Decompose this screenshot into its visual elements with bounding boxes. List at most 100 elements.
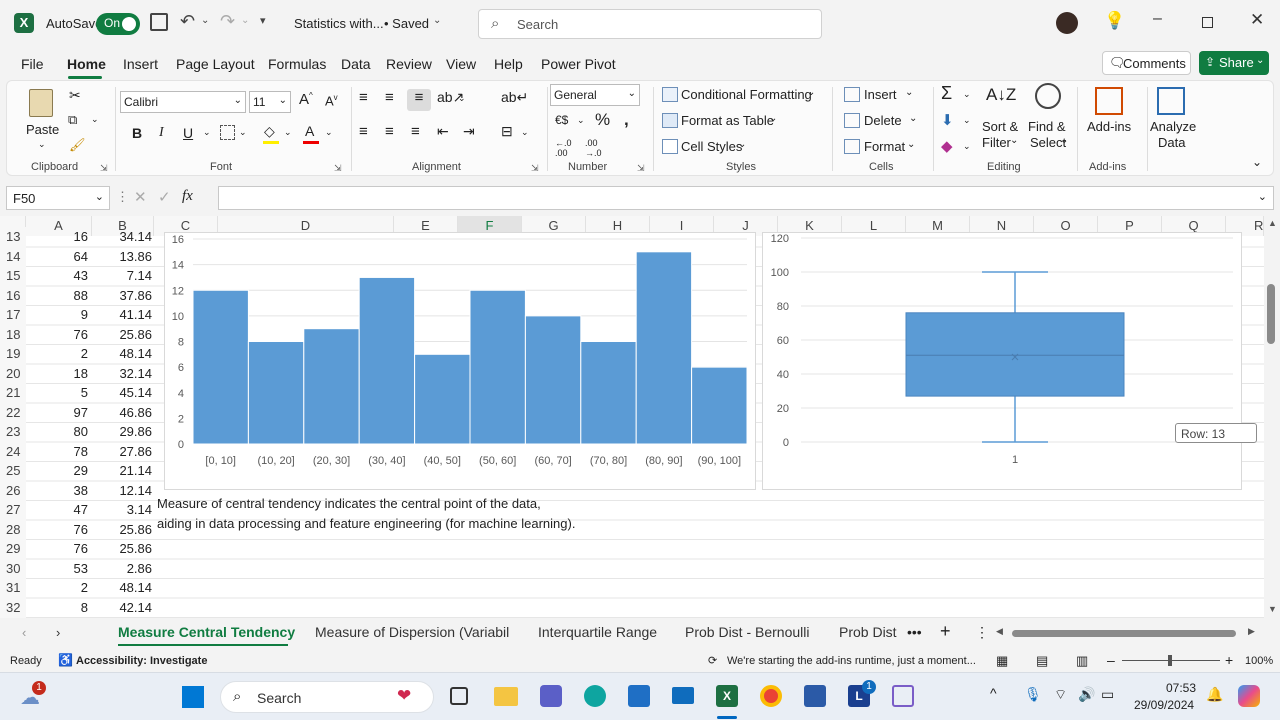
merge-center-icon[interactable]: ⊟ — [501, 123, 513, 140]
prev-sheet-icon[interactable]: ‹ — [22, 625, 26, 640]
find-select-label-1[interactable]: Find & — [1028, 119, 1066, 134]
scroll-right-icon[interactable]: ▶ — [1248, 626, 1255, 637]
cell-a[interactable]: 53 — [26, 559, 92, 579]
row-header[interactable]: 16 — [0, 285, 26, 305]
table-row[interactable]: 27 47 3.14 — [0, 500, 154, 520]
row-header[interactable]: 20 — [0, 363, 26, 383]
conditional-formatting-icon[interactable] — [662, 87, 678, 102]
table-row[interactable]: 19 2 48.14 — [0, 344, 154, 364]
cell-b[interactable]: 42.14 — [92, 598, 154, 618]
cell-a[interactable]: 2 — [26, 578, 92, 598]
format-as-table-icon[interactable] — [662, 113, 678, 128]
row-header[interactable]: 14 — [0, 246, 26, 266]
row-header[interactable]: 25 — [0, 461, 26, 481]
increase-font-icon[interactable]: A^ — [299, 91, 313, 108]
format-cells-button[interactable]: Format — [864, 139, 905, 154]
row-header[interactable]: 21 — [0, 383, 26, 403]
doc-status-dropdown-icon[interactable]: ⌄ — [433, 15, 441, 26]
table-row[interactable]: 22 97 46.86 — [0, 402, 154, 423]
clear-dropdown-icon[interactable]: ⌄ — [963, 141, 971, 152]
fill-color-dropdown-icon[interactable]: ⌄ — [284, 127, 292, 138]
accessibility-icon[interactable]: ♿ — [58, 653, 73, 667]
cell-b[interactable]: 48.14 — [92, 344, 154, 364]
analyze-data-icon[interactable] — [1157, 87, 1185, 115]
table-row[interactable]: 16 88 37.86 — [0, 285, 154, 306]
increase-decimal-icon[interactable]: ←.0.00 — [555, 138, 572, 158]
increase-indent-icon[interactable]: ⇥ — [463, 123, 475, 140]
paste-dropdown-icon[interactable]: ⌄ — [38, 139, 46, 150]
cell-a[interactable]: 78 — [26, 442, 92, 462]
histogram-chart[interactable]: 0 2 4 6 8 10 12 14 16 [0, 10] (10, 20] (20, 30] (30,… — [164, 232, 756, 490]
orientation-dropdown-icon[interactable]: ⌄ — [458, 93, 466, 104]
delete-cells-icon[interactable] — [844, 113, 860, 128]
table-row[interactable]: 24 78 27.86 — [0, 441, 154, 462]
snipping-tool-icon[interactable] — [892, 685, 914, 707]
tab-formulas[interactable]: Formulas — [268, 56, 326, 72]
number-format-select[interactable]: General ⌄ — [550, 84, 640, 106]
merge-dropdown-icon[interactable]: ⌄ — [521, 127, 529, 138]
table-row[interactable]: 20 18 32.14 — [0, 363, 154, 383]
decrease-decimal-icon[interactable]: .00 →.0 — [585, 138, 602, 158]
chevron-down-icon[interactable]: ⌄ — [1060, 135, 1068, 146]
close-icon[interactable]: ✕ — [1250, 10, 1264, 30]
fill-icon[interactable]: ⬇ — [941, 111, 954, 129]
add-sheet-icon[interactable]: + — [940, 621, 951, 642]
redo-dropdown-icon[interactable]: ⌄ — [241, 15, 249, 26]
lightbulb-icon[interactable]: 💡 — [1104, 11, 1125, 31]
cell-b[interactable]: 12.14 — [92, 481, 154, 501]
addins-icon[interactable] — [1095, 87, 1123, 115]
cell-a[interactable]: 76 — [26, 325, 92, 345]
paste-button[interactable]: Paste — [26, 122, 59, 137]
cell-b[interactable]: 25.86 — [92, 325, 154, 345]
row-header[interactable]: 22 — [0, 402, 26, 422]
table-row[interactable]: 29 76 25.86 — [0, 539, 154, 559]
font-name-select[interactable]: Calibri ⌄ — [120, 91, 246, 113]
cell-a[interactable]: 9 — [26, 305, 92, 325]
font-color-dropdown-icon[interactable]: ⌄ — [325, 127, 333, 138]
cell-b[interactable]: 3.14 — [92, 500, 154, 520]
cell-styles-button[interactable]: Cell Styles — [681, 139, 742, 154]
name-box[interactable]: F50 ⌄ — [6, 186, 110, 210]
row-header[interactable]: 23 — [0, 422, 26, 442]
cell-b[interactable]: 41.14 — [92, 305, 154, 325]
tab-home[interactable]: Home — [67, 56, 106, 72]
cell-a[interactable]: 76 — [26, 539, 92, 559]
align-left-icon[interactable]: ≡ — [359, 123, 368, 140]
table-row[interactable]: 15 43 7.14 — [0, 266, 154, 286]
cell-a[interactable]: 43 — [26, 266, 92, 286]
tab-file[interactable]: File — [21, 56, 44, 72]
file-explorer-icon[interactable] — [494, 687, 518, 706]
table-row[interactable]: 13 16 34.14 — [0, 227, 154, 247]
percent-icon[interactable]: % — [595, 110, 610, 130]
row-header[interactable]: 32 — [0, 597, 26, 617]
borders-dropdown-icon[interactable]: ⌄ — [239, 127, 247, 138]
tab-data[interactable]: Data — [341, 56, 371, 72]
cell-a[interactable]: 76 — [26, 520, 92, 540]
cell-a[interactable]: 88 — [26, 286, 92, 306]
boxplot-chart[interactable]: 0 20 40 60 80 100 120 1 — [762, 232, 1242, 490]
vertical-scrollbar[interactable]: ▲ ▼ — [1264, 216, 1280, 618]
cell-b[interactable]: 27.86 — [92, 442, 154, 462]
cell-a[interactable]: 16 — [26, 227, 92, 247]
page-layout-view-icon[interactable]: ▤ — [1036, 653, 1048, 669]
decrease-font-icon[interactable]: Av — [325, 93, 338, 108]
cell-a[interactable]: 97 — [26, 403, 92, 423]
chevron-down-icon[interactable]: ⌄ — [909, 113, 917, 124]
underline-dropdown-icon[interactable]: ⌄ — [203, 127, 211, 138]
more-sheets-icon[interactable]: ••• — [907, 624, 922, 640]
cell-a[interactable]: 8 — [26, 598, 92, 618]
taskbar-search[interactable]: ⌕ Search ❤ — [220, 681, 434, 713]
copy-icon[interactable]: ⧉ — [68, 112, 77, 128]
cell-b[interactable]: 48.14 — [92, 578, 154, 598]
autosum-icon[interactable]: Σ — [941, 83, 952, 104]
fill-color-icon[interactable]: ◇ — [264, 123, 275, 140]
collapse-ribbon-icon[interactable]: ⌄ — [1252, 155, 1262, 169]
edge-icon[interactable] — [584, 685, 606, 707]
row-header[interactable]: 30 — [0, 558, 26, 578]
cell-b[interactable]: 45.14 — [92, 383, 154, 403]
delete-cells-button[interactable]: Delete — [864, 113, 902, 128]
cell-a[interactable]: 2 — [26, 344, 92, 364]
row-header[interactable]: 15 — [0, 266, 26, 286]
cell-a[interactable]: 29 — [26, 461, 92, 481]
row-header[interactable]: 28 — [0, 519, 26, 539]
